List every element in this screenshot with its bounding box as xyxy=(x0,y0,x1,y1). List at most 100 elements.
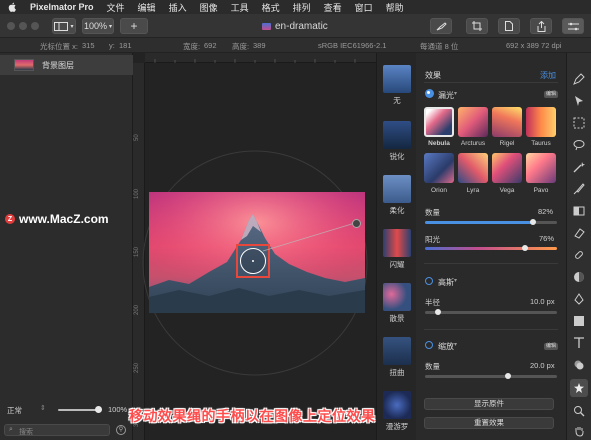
tools-toggle-button[interactable] xyxy=(562,18,584,34)
menu-tools[interactable]: 工具 xyxy=(231,1,249,14)
effect-direction-handle[interactable] xyxy=(352,219,361,228)
minimize-window-button[interactable] xyxy=(19,22,27,30)
lasso-icon[interactable] xyxy=(573,139,585,151)
apple-icon[interactable] xyxy=(8,2,17,12)
menu-insert[interactable]: 插入 xyxy=(169,1,187,14)
radius-slider[interactable] xyxy=(425,309,557,315)
filter-icon[interactable]: ⚲ xyxy=(116,425,126,435)
effect-category-none[interactable]: 无 xyxy=(381,65,413,106)
effect-category-sharpen[interactable]: 锐化 xyxy=(381,121,413,162)
chevron-down-icon[interactable]: ▾ xyxy=(454,277,457,284)
chevron-down-icon[interactable]: ▾ xyxy=(454,90,457,97)
close-window-button[interactable] xyxy=(7,22,15,30)
effect-disabled-toggle[interactable] xyxy=(425,277,433,285)
menu-help[interactable]: 帮助 xyxy=(386,1,404,14)
repair-icon[interactable] xyxy=(573,249,585,261)
menu-image[interactable]: 图像 xyxy=(200,1,218,14)
zoom-amount-slider[interactable] xyxy=(425,373,557,379)
document-button[interactable] xyxy=(498,18,520,34)
add-effect-button[interactable]: 添加 xyxy=(540,70,556,81)
menu-window[interactable]: 窗口 xyxy=(355,1,373,14)
blend-opacity-row: 正常 ⇕ 100% xyxy=(0,403,133,417)
layer-row[interactable]: 背景图层 xyxy=(0,55,133,75)
edit-badge[interactable]: 编辑 xyxy=(544,91,558,98)
crop-button[interactable] xyxy=(466,18,488,34)
preset-vega[interactable] xyxy=(492,153,522,183)
menu-file[interactable]: 文件 xyxy=(107,1,125,14)
preset-lyra[interactable] xyxy=(458,153,488,183)
paint-brush-icon[interactable] xyxy=(573,183,585,195)
layers-style-icon[interactable] xyxy=(573,359,585,371)
preset-arcturus[interactable] xyxy=(458,107,488,137)
amount-slider-knob[interactable] xyxy=(530,219,537,225)
magic-wand-icon[interactable] xyxy=(573,161,585,173)
menu-format[interactable]: 格式 xyxy=(262,1,280,14)
share-button[interactable] xyxy=(530,18,552,34)
hand-icon[interactable] xyxy=(573,425,585,437)
preset-label: Rigel xyxy=(499,140,515,147)
layer-search-field[interactable]: ⌕ 搜索 xyxy=(4,424,110,436)
zoom-amount-value: 20.0 px xyxy=(530,361,555,370)
color-adjust-icon[interactable] xyxy=(573,271,585,283)
effect-category-soften[interactable]: 柔化 xyxy=(381,175,413,216)
blend-mode-select[interactable]: 正常 xyxy=(7,405,22,416)
show-original-button[interactable]: 显示原件 xyxy=(424,398,554,410)
shape-icon[interactable] xyxy=(573,315,585,327)
sidebar-toggle-button[interactable]: ▾ xyxy=(52,18,76,34)
arrow-icon[interactable] xyxy=(573,95,585,107)
marquee-icon[interactable] xyxy=(573,117,585,129)
preset-taurus[interactable] xyxy=(526,107,556,137)
opacity-slider[interactable] xyxy=(58,406,102,413)
effect-enabled-toggle[interactable] xyxy=(425,89,434,98)
preset-nebula[interactable] xyxy=(424,107,454,137)
tutorial-caption: 移动效果绳的手柄以在图像上定位效果 xyxy=(129,408,376,424)
eraser-icon[interactable] xyxy=(573,227,585,239)
sun-slider[interactable] xyxy=(425,245,557,251)
watermark-text: www.MacZ.com xyxy=(19,212,109,226)
zoom-icon[interactable] xyxy=(573,405,585,417)
updown-chevron-icon[interactable]: ⇕ xyxy=(40,404,46,412)
chevron-down-icon[interactable]: ▾ xyxy=(454,341,457,348)
effects-tool-selected[interactable] xyxy=(570,379,588,397)
radius-label: 半径 xyxy=(425,298,440,307)
document-title: en-dramatic xyxy=(262,21,328,32)
preset-label: Pavo xyxy=(533,187,549,194)
effects-panel: 效果 添加 漏光 ▾ 编辑 Nebula Arcturus Rigel Taur… xyxy=(416,53,566,440)
effect-category-label: 无 xyxy=(393,96,401,105)
effect-disabled-toggle[interactable] xyxy=(425,341,433,349)
menu-edit[interactable]: 编辑 xyxy=(138,1,156,14)
zoom-amount-slider-knob[interactable] xyxy=(505,373,512,379)
format-button[interactable] xyxy=(430,18,452,34)
chevron-down-icon: ▾ xyxy=(70,23,74,30)
canvas-area[interactable]: 50 100 150 200 250 300 xyxy=(133,53,376,440)
text-icon[interactable] xyxy=(573,337,585,349)
opacity-slider-knob[interactable] xyxy=(94,406,102,413)
menu-arrange[interactable]: 排列 xyxy=(293,1,311,14)
amount-slider[interactable] xyxy=(425,219,557,225)
light-leak-title: 漏光 xyxy=(438,91,454,100)
vector-pen-icon[interactable] xyxy=(573,293,585,305)
zoom-window-button[interactable] xyxy=(31,22,39,30)
effect-category-distort[interactable]: 扭曲 xyxy=(381,337,413,378)
effect-category-bokeh[interactable]: 散景 xyxy=(381,283,413,324)
zoom-select[interactable]: 100% ▾ xyxy=(82,18,114,34)
effect-category-glow[interactable]: 闪耀 xyxy=(381,229,413,270)
preset-orion[interactable] xyxy=(424,153,454,183)
gradient-icon[interactable] xyxy=(573,205,585,217)
pen-icon[interactable] xyxy=(573,73,585,85)
preset-pavo[interactable] xyxy=(526,153,556,183)
sidebar-icon xyxy=(54,21,69,31)
edit-badge[interactable]: 编辑 xyxy=(544,343,558,350)
effect-category-label: 扭曲 xyxy=(389,368,405,377)
effect-thumb xyxy=(383,121,411,149)
add-button[interactable]: + xyxy=(120,18,148,34)
preset-rigel[interactable] xyxy=(492,107,522,137)
app-menu[interactable]: Pixelmator Pro xyxy=(30,2,94,12)
sun-slider-knob[interactable] xyxy=(522,245,529,251)
reset-effects-button[interactable]: 重置效果 xyxy=(424,417,554,429)
effect-category-roam[interactable]: 漫游罗 xyxy=(381,391,413,432)
menu-view[interactable]: 查看 xyxy=(324,1,342,14)
divider xyxy=(424,82,558,83)
width-label: 宽度: xyxy=(183,42,201,51)
radius-slider-knob[interactable] xyxy=(435,309,442,315)
